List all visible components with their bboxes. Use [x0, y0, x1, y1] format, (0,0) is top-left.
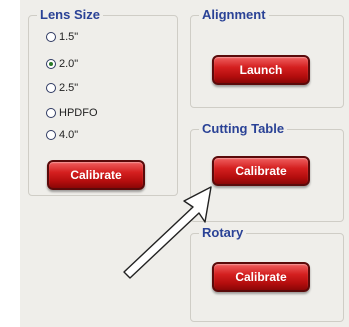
cutting-table-title: Cutting Table — [202, 121, 285, 136]
lens-option-1-5[interactable]: 1.5" — [46, 29, 78, 45]
lens-calibrate-button[interactable]: Calibrate — [47, 160, 145, 190]
launch-button[interactable]: Launch — [212, 55, 310, 85]
radio-button[interactable] — [46, 83, 56, 93]
lens-option-label: 1.5" — [59, 31, 79, 43]
radio-button[interactable] — [46, 108, 56, 118]
lens-option-2-5[interactable]: 2.5" — [46, 80, 78, 96]
radio-button-selected[interactable] — [46, 59, 56, 69]
rotary-title: Rotary — [202, 225, 244, 240]
lens-option-label: 2.0" — [59, 58, 79, 70]
lens-option-4-0[interactable]: 4.0" — [46, 127, 78, 143]
alignment-title: Alignment — [202, 7, 266, 22]
lens-option-label: HPDFO — [59, 107, 98, 119]
lens-option-label: 2.5" — [59, 82, 79, 94]
lens-option-hpdfo[interactable]: HPDFO — [46, 105, 98, 121]
lens-option-label: 4.0" — [59, 129, 79, 141]
cutting-table-calibrate-button[interactable]: Calibrate — [212, 156, 310, 186]
radio-button[interactable] — [46, 32, 56, 42]
lens-option-2-0[interactable]: 2.0" — [46, 56, 78, 72]
radio-button[interactable] — [46, 130, 56, 140]
settings-panel: Lens Size 1.5" 2.0" 2.5" HPDFO 4.0" Cali… — [20, 0, 349, 327]
lens-size-title: Lens Size — [40, 7, 100, 22]
rotary-calibrate-button[interactable]: Calibrate — [212, 262, 310, 292]
